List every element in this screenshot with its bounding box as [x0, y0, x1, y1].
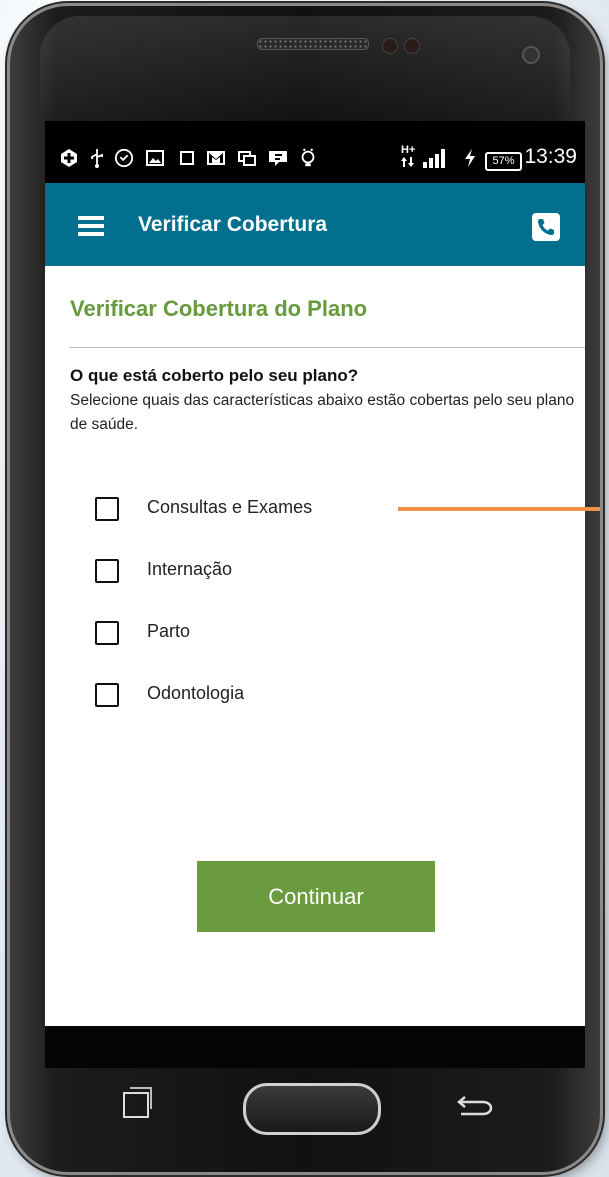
bulb-icon — [301, 148, 315, 167]
title-divider — [70, 347, 585, 348]
app-bar: Verificar Cobertura — [45, 183, 585, 266]
whatsapp-icon — [114, 148, 134, 168]
question-heading: O que está coberto pelo seu plano? — [70, 366, 359, 385]
page-title: Verificar Cobertura do Plano — [70, 296, 368, 321]
checkbox[interactable] — [95, 559, 119, 583]
option-label: Internação — [147, 559, 233, 579]
hamburger-menu-icon[interactable] — [78, 216, 104, 236]
front-camera — [522, 46, 540, 64]
notification-icon — [180, 151, 194, 165]
proximity-sensor — [382, 38, 398, 54]
phone-screen: H+ 57% 13:39 Verificar Cobertura Verific… — [45, 121, 585, 1068]
option-label: Consultas e Exames — [147, 497, 313, 517]
checkbox[interactable] — [95, 683, 119, 707]
messenger-icon — [269, 151, 287, 166]
gmail-icon — [207, 151, 225, 165]
app-bar-title: Verificar Cobertura — [138, 213, 328, 236]
option-label: Odontologia — [147, 683, 245, 703]
status-time: 13:39 — [524, 145, 577, 168]
option-label: Parto — [147, 621, 191, 641]
recent-apps-icon[interactable] — [123, 1087, 152, 1118]
plus-icon — [61, 149, 77, 167]
phone-gloss — [40, 16, 570, 126]
annotation-pointer-line — [398, 507, 600, 511]
page-content: Verificar Cobertura do Plano O que está … — [45, 266, 585, 1026]
earpiece-speaker — [257, 38, 369, 50]
battery-indicator: 57% — [485, 152, 522, 171]
checkbox[interactable] — [95, 497, 119, 521]
continue-button[interactable]: Continuar — [197, 861, 435, 932]
cast-icon — [238, 151, 256, 166]
data-arrows-icon — [401, 157, 414, 167]
usb-icon — [91, 149, 103, 168]
status-bar: H+ 57% 13:39 — [45, 121, 585, 183]
screen-bottom-bar — [45, 1026, 585, 1068]
checkbox[interactable] — [95, 621, 119, 645]
charging-icon — [465, 149, 475, 167]
signal-icon — [423, 149, 445, 168]
phone-handset-icon — [538, 219, 554, 235]
back-icon[interactable] — [455, 1093, 495, 1117]
image-icon — [146, 150, 164, 166]
home-button[interactable] — [243, 1083, 381, 1135]
phone-icon[interactable] — [532, 213, 560, 241]
light-sensor — [404, 38, 420, 54]
question-description: Selecione quais das características abai… — [70, 392, 575, 433]
